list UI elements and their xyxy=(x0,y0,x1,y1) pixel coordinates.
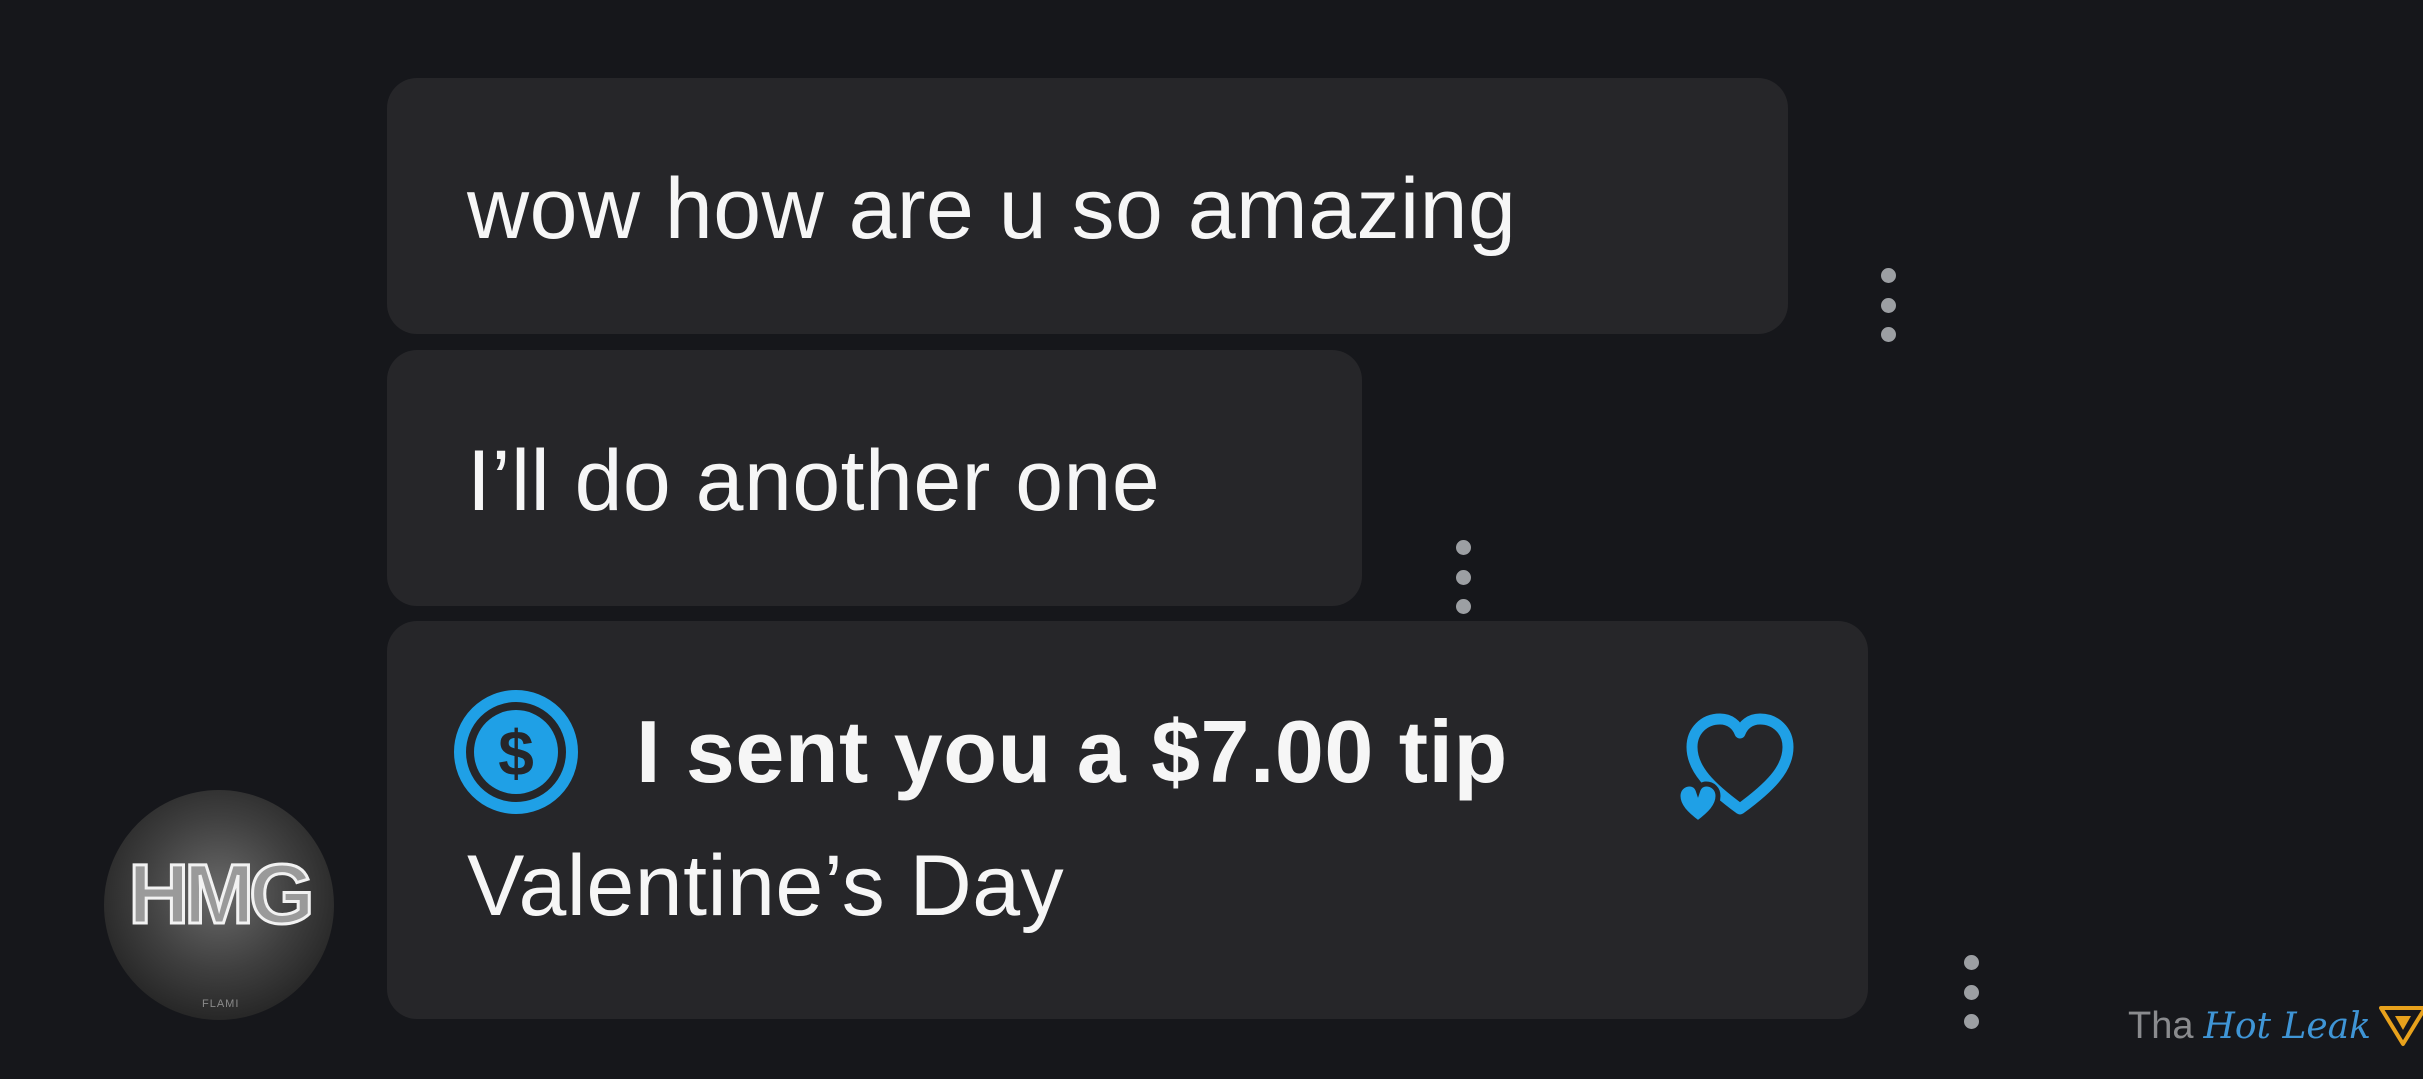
message-text: I’ll do another one xyxy=(467,433,1161,529)
watermark: Tha Hot Leak xyxy=(2128,1002,2423,1050)
tip-amount-text: I sent you a $7.00 tip xyxy=(636,702,1508,801)
watermark-script-text: Hot Leak xyxy=(2203,1005,2371,1047)
more-options-icon[interactable] xyxy=(1961,955,1981,1029)
watermark-logo-icon xyxy=(2378,1006,2423,1046)
message-bubble-1[interactable]: wow how are u so amazing xyxy=(387,78,1788,334)
message-text: wow how are u so amazing xyxy=(467,161,1517,257)
avatar-logo-text: HMG xyxy=(127,847,316,941)
dollar-circle-icon: $ xyxy=(454,690,578,814)
message-bubble-2[interactable]: I’ll do another one xyxy=(387,350,1362,606)
svg-text:$: $ xyxy=(498,717,534,789)
more-options-icon[interactable] xyxy=(1878,268,1898,342)
tip-message-bubble[interactable]: $ I sent you a $7.00 tip Valentine’s Day xyxy=(387,621,1868,1019)
more-options-icon[interactable] xyxy=(1453,540,1473,614)
tip-line: $ I sent you a $7.00 tip xyxy=(451,687,1508,817)
avatar-caption: FLAMI xyxy=(202,998,240,1010)
watermark-text: Tha xyxy=(2128,1004,2194,1047)
tip-note-text: Valentine’s Day xyxy=(467,838,1065,934)
avatar[interactable]: HMG FLAMI xyxy=(104,790,334,1020)
hearts-icon[interactable] xyxy=(1670,701,1810,831)
